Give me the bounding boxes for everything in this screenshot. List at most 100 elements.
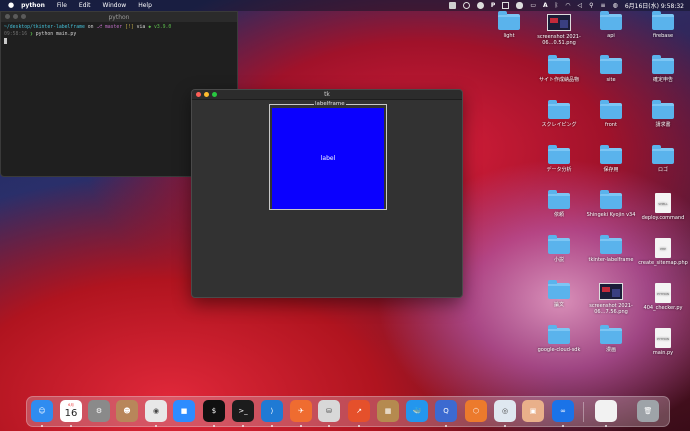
menu-file[interactable]: File — [51, 0, 73, 11]
close-button[interactable] — [5, 14, 10, 19]
evernote-icon[interactable] — [448, 2, 456, 9]
app-menu[interactable]: python — [16, 0, 51, 11]
desktop-icon[interactable]: 保存用 — [585, 145, 637, 173]
menu-help[interactable]: Help — [132, 0, 158, 11]
desktop-icon[interactable]: screenshot 2021-06…0.51.png — [533, 14, 585, 46]
dock-document-icon[interactable] — [595, 400, 617, 422]
zoom-button[interactable] — [212, 92, 217, 97]
volume-icon[interactable]: ◁ — [578, 2, 583, 9]
desktop-icon[interactable]: screenshot 2021-06…7.56.png — [585, 283, 637, 315]
dock-calendar-icon[interactable]: 6月 16 — [60, 400, 82, 422]
menu-edit[interactable]: Edit — [73, 0, 97, 11]
desktop-icon[interactable]: 請求書 — [637, 100, 689, 128]
desktop-icon[interactable]: PYTHON 404_checker.py — [637, 283, 689, 311]
menu-window[interactable]: Window — [97, 0, 133, 11]
folder-icon — [652, 100, 674, 119]
desktop-icon[interactable]: 小説 — [533, 235, 585, 263]
desktop-icon[interactable]: ロゴ — [637, 145, 689, 173]
desktop-icon[interactable]: PYTHON main.py — [637, 328, 689, 356]
prompt-time: 09:58:16 — [4, 32, 28, 37]
desktop-icon[interactable]: 論文 — [533, 280, 585, 308]
dock-contacts-icon[interactable]: ☻ — [116, 400, 138, 422]
desktop-icon[interactable]: 確定申告 — [637, 55, 689, 83]
desktop-icon[interactable]: 依頼 — [533, 190, 585, 218]
desktop-icon[interactable]: PHP create_sitemap.php — [637, 238, 689, 266]
desktop-icon[interactable]: SHELL deploy.command — [637, 193, 689, 221]
dock-infinity-icon[interactable]: ∞ — [552, 400, 574, 422]
dock-chrome-icon[interactable]: ◉ — [145, 400, 167, 422]
dock-glyph: ▣ — [529, 407, 537, 415]
desktop-icon[interactable]: light — [483, 11, 535, 39]
desktop-icon[interactable]: 漫画 — [585, 325, 637, 353]
desktop-icon[interactable]: Shingeki Kyojin v34 — [585, 190, 637, 218]
apple-menu-icon[interactable]: ● — [0, 0, 16, 11]
wifi-icon[interactable]: ◠ — [565, 2, 570, 9]
prompt-path: ~/desktop/tkinter-labelframe — [4, 25, 85, 30]
dock-postman-icon[interactable]: ✈ — [290, 400, 312, 422]
desktop-icon[interactable]: データ分析 — [533, 145, 585, 173]
cloud-icon[interactable] — [516, 2, 524, 9]
document-icon: PHP — [655, 238, 671, 258]
dock-zoom-icon[interactable]: ■ — [173, 400, 195, 422]
monitor-icon[interactable]: ▭ — [530, 2, 536, 9]
terminal-output[interactable]: ~/desktop/tkinter-labelframe on ⎇ master… — [1, 22, 237, 48]
folder-icon — [652, 11, 674, 30]
dock-disk-utility-icon[interactable]: ◎ — [494, 400, 516, 422]
dock-analytics-icon[interactable]: ↗ — [348, 400, 370, 422]
dock-system-preferences-icon[interactable]: ⚙ — [88, 400, 110, 422]
letter-a-icon[interactable]: A — [543, 2, 548, 9]
dock-sourcetree-icon[interactable]: ⬡ — [465, 400, 487, 422]
dock-preview-icon[interactable]: ▣ — [522, 400, 544, 422]
prompt-arrow-icon: ❯ — [30, 32, 33, 37]
desktop-icon[interactable]: スクレイピング — [533, 100, 585, 128]
folder-icon — [548, 235, 570, 254]
dock-vscode-icon[interactable]: ⟩ — [261, 400, 283, 422]
folder-icon — [548, 190, 570, 209]
dock-glyph: ⬡ — [472, 407, 480, 415]
dock-separator — [583, 402, 584, 422]
desktop-icon-label: front — [605, 122, 617, 128]
desktop-icon[interactable]: tkinter-labelframe — [585, 235, 637, 263]
dock-sequel-pro-icon[interactable]: ⛁ — [318, 400, 340, 422]
desktop-icon[interactable]: api — [585, 11, 637, 39]
zoom-button[interactable] — [21, 14, 26, 19]
menubar-clock[interactable]: 6月16日(水) 9:58:32 — [625, 1, 684, 10]
minimize-button[interactable] — [13, 14, 18, 19]
pixel-icon[interactable] — [476, 2, 484, 9]
tk-title-bar[interactable]: tk — [192, 90, 462, 100]
search-icon[interactable]: ⚲ — [589, 2, 593, 9]
desktop-icon-label: main.py — [652, 350, 674, 356]
dock-glyph: ⟩ — [270, 407, 274, 415]
desktop-icon[interactable]: firebase — [637, 11, 689, 39]
dock-trash-icon[interactable]: 🗑 — [637, 400, 659, 422]
dock-docker-icon[interactable]: 🐳 — [406, 400, 428, 422]
p-icon[interactable]: P — [491, 2, 495, 9]
minimize-button[interactable] — [204, 92, 209, 97]
close-button[interactable] — [196, 92, 201, 97]
desktop-icon[interactable]: front — [585, 100, 637, 128]
dock-terminal-icon[interactable]: >_ — [232, 400, 254, 422]
dock-quicktime-icon[interactable]: Q — [435, 400, 457, 422]
terminal-title-bar[interactable]: python — [1, 12, 237, 22]
desktop-icon[interactable]: google-cloud-sdk — [533, 325, 585, 353]
tk-window[interactable]: tk labelframe label — [191, 89, 463, 298]
prompt-flag: [!] — [125, 25, 134, 30]
desktop-icon[interactable]: サイト作成納品物 — [533, 55, 585, 83]
control-center-icon[interactable]: ≡ — [601, 2, 606, 9]
desktop-icon[interactable]: site — [585, 55, 637, 83]
bluetooth-icon[interactable]: ᛒ — [555, 2, 559, 9]
menu-extra-icon[interactable] — [462, 2, 470, 9]
desktop-icon-label: api — [607, 33, 615, 39]
dock-iterm-icon[interactable]: $ — [203, 400, 225, 422]
document-tag: PHP — [660, 247, 666, 251]
folder-icon — [600, 190, 622, 209]
desktop-icon-label: サイト作成納品物 — [538, 77, 579, 83]
dock-finder-icon[interactable]: ☺ — [31, 400, 53, 422]
desktop-icon-label: 請求書 — [655, 122, 671, 128]
siri-icon[interactable]: ◍ — [613, 2, 618, 9]
python-icon: ◆ — [148, 25, 152, 30]
dropbox-icon[interactable] — [502, 2, 510, 9]
status-area: P ▭ A ᛒ ◠ ◁ ⚲ ≡ ◍ 6月16日(水) 9:58:32 — [448, 0, 684, 11]
dock-archive-icon[interactable]: ▦ — [377, 400, 399, 422]
desktop-icon-label: light — [503, 33, 515, 39]
